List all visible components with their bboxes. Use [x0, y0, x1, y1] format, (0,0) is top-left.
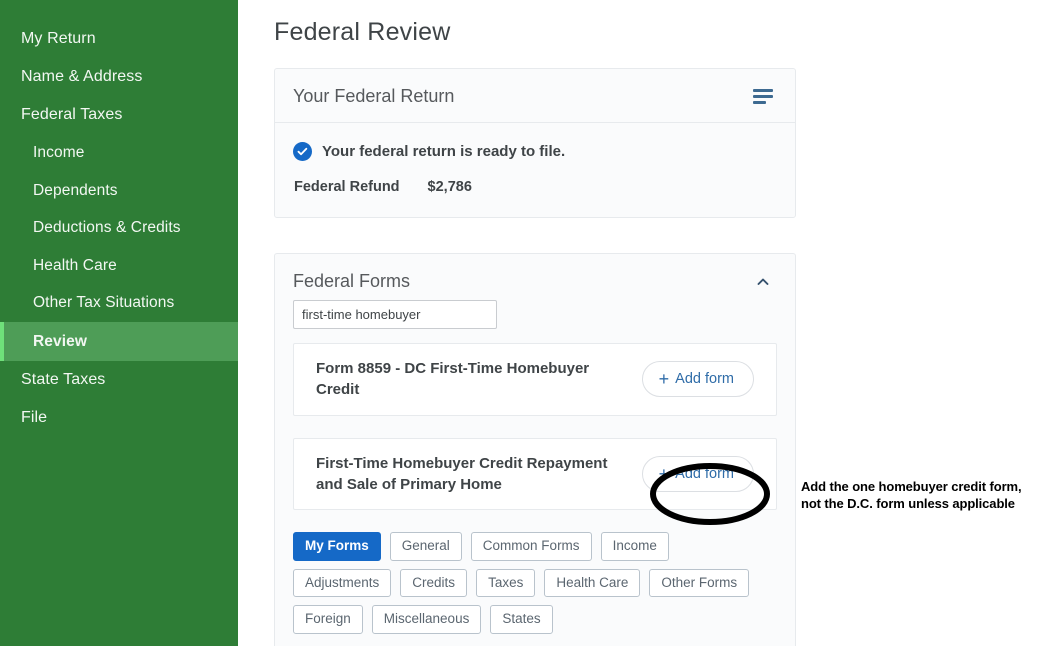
federal-forms-card-title: Federal Forms	[293, 271, 411, 291]
chip-credits[interactable]: Credits	[400, 568, 468, 598]
sidebar-item-label: Income	[33, 144, 85, 161]
forms-result-list: Form 8859 - DC First-Time Homebuyer Cred…	[293, 343, 777, 511]
chip-income[interactable]: Income	[600, 532, 669, 561]
sidebar: My Return Name & Address Federal Taxes Inco…	[0, 0, 238, 646]
sidebar-item-deductions-credits[interactable]: Deductions & Credits	[0, 209, 238, 247]
form-row-name: First-Time Homebuyer Credit Repayment an…	[316, 454, 608, 493]
check-circle-icon	[293, 142, 312, 161]
federal-forms-card: Federal Forms Form 8859 - DC First-Time …	[274, 253, 796, 646]
sidebar-item-income[interactable]: Income	[0, 134, 238, 172]
sidebar-item-state-taxes[interactable]: State Taxes	[0, 361, 238, 399]
form-row: First-Time Homebuyer Credit Repayment an…	[293, 437, 777, 511]
sidebar-item-other-tax-situations[interactable]: Other Tax Situations	[0, 284, 238, 322]
return-status-row: Your federal return is ready to file.	[293, 142, 777, 161]
forms-category-chips: My Forms General Common Forms Income Adjustm…	[293, 532, 753, 634]
chip-my-forms[interactable]: My Forms	[293, 532, 381, 561]
annotation-text-line1: Add the one homebuyer credit form,	[801, 479, 1022, 494]
sidebar-item-label: Dependents	[33, 181, 118, 199]
sidebar-item-dependents[interactable]: Dependents	[0, 172, 238, 210]
add-form-button[interactable]: + Add form	[641, 455, 754, 492]
federal-return-card-title: Your Federal Return	[293, 86, 455, 106]
hamburger-icon[interactable]	[753, 89, 773, 104]
sidebar-item-label: Federal Taxes	[21, 106, 123, 123]
app-root: My Return Name & Address Federal Taxes Inco…	[0, 0, 1058, 646]
sidebar-item-label: Other Tax Situations	[33, 294, 175, 311]
page-title: Federal Review	[274, 18, 451, 46]
sidebar-item-label: My Return	[21, 30, 96, 47]
chevron-up-icon[interactable]	[753, 272, 773, 292]
federal-forms-card-body: Form 8859 - DC First-Time Homebuyer Cred…	[275, 300, 795, 646]
federal-refund-row: Federal Refund $2,786	[293, 179, 777, 195]
federal-return-card-body: Your federal return is ready to file. Fe…	[275, 123, 795, 217]
form-row-name: Form 8859 - DC First-Time Homebuyer Cred…	[316, 360, 590, 399]
chip-adjustments[interactable]: Adjustments	[293, 568, 392, 598]
federal-refund-value: $2,786	[427, 179, 472, 195]
annotation-text-line2: not the D.C. form unless applicable	[801, 496, 1015, 512]
sidebar-item-federal-taxes[interactable]: Federal Taxes	[0, 96, 238, 134]
add-form-button-label: Add form	[675, 465, 734, 482]
chip-other-forms[interactable]: Other Forms	[649, 568, 750, 598]
sidebar-item-my-return[interactable]: My Return	[0, 20, 238, 58]
plus-icon: +	[658, 369, 670, 390]
federal-forms-card-header: Federal Forms	[275, 254, 795, 300]
add-form-button-label: Add form	[675, 371, 734, 388]
sidebar-item-name-address[interactable]: Name & Address	[0, 58, 238, 96]
federal-return-card: Your Federal Return Your federal return …	[274, 68, 796, 218]
chip-general[interactable]: General	[389, 532, 462, 561]
chip-states[interactable]: States	[490, 605, 553, 634]
sidebar-item-label: Deductions & Credits	[33, 219, 181, 236]
chip-foreign[interactable]: Foreign	[293, 605, 363, 634]
chip-miscellaneous[interactable]: Miscellaneous	[371, 605, 482, 634]
sidebar-item-label: Health Care	[33, 256, 117, 274]
add-form-button[interactable]: + Add form	[641, 361, 754, 398]
sidebar-item-file[interactable]: File	[0, 399, 238, 437]
federal-refund-label: Federal Refund	[294, 179, 400, 195]
sidebar-item-label: Name & Address	[21, 68, 143, 85]
chip-taxes[interactable]: Taxes	[476, 568, 536, 598]
chip-health-care[interactable]: Health Care	[544, 568, 641, 598]
return-status-text: Your federal return is ready to file.	[322, 143, 566, 160]
forms-search-input[interactable]	[293, 300, 497, 329]
annotation-text: Add the one homebuyer credit form, not t…	[801, 478, 1057, 513]
sidebar-item-label: Review	[33, 332, 88, 350]
main-content: Federal Review Your Federal Return Your …	[238, 0, 1058, 646]
chip-common-forms[interactable]: Common Forms	[470, 532, 592, 561]
form-row: Form 8859 - DC First-Time Homebuyer Cred…	[293, 343, 777, 416]
sidebar-item-health-care[interactable]: Health Care	[0, 247, 238, 285]
sidebar-item-label: State Taxes	[21, 371, 106, 388]
plus-icon: +	[658, 463, 670, 484]
federal-return-card-header: Your Federal Return	[275, 69, 795, 123]
sidebar-item-review[interactable]: Review	[0, 321, 238, 361]
sidebar-item-label: File	[21, 409, 48, 426]
